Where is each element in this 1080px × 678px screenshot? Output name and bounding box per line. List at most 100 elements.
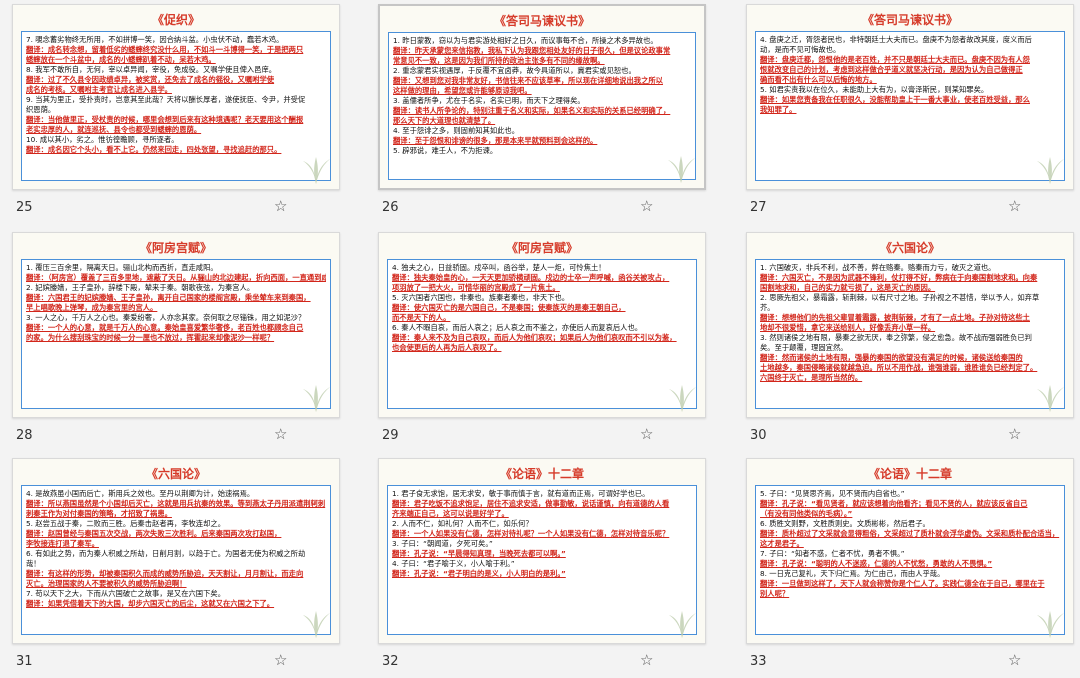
translation-line: 我知罪了。 (760, 105, 797, 114)
slide-meta-row: 27 ☆ (746, 190, 1076, 224)
slide-meta-row: 30 ☆ (746, 418, 1076, 452)
favorite-star-icon[interactable]: ☆ (640, 197, 653, 215)
source-line: 4. 独夫之心，日益骄固。戍卒叫，函谷举，楚人一炬，可怜焦土！ (392, 263, 606, 272)
source-line: 7. 苟以天下之大，下而从六国破亡之故事，是又在六国下矣。 (26, 589, 225, 598)
source-line: 2. 思厥先祖父，暴霜露，斩荆棘，以有尺寸之地。子孙视之不甚惜，举以予人，如弃草 (760, 293, 1040, 302)
slide-preview[interactable]: 《阿房宫赋》 1. 覆压三百余里，隔离天日。骊山北构而西折，直走咸阳。 翻译：（阿房… (12, 232, 340, 418)
translation-line: 翻译：一个人的心意，就是千万人的心意。秦始皇喜爱繁华奢侈，老百姓也都顾念自己 (26, 323, 304, 332)
translation-line: 六国终于灭亡，是理所当然的。 (760, 373, 863, 382)
translation-line: 翻译：六国灭亡，不是因为武器不锋利，仗打得不好，弊病在于向秦国割地求和。向秦 (760, 273, 1038, 282)
translation-line: 翻译：读书人所争论的，特别注重于名义和实际，如果名义和实际的关系已经明确了， (393, 106, 671, 115)
translation-line: 别人呢？ (760, 589, 790, 598)
source-line: 5. 灭六国者六国也，非秦也。族秦者秦也，非天下也。 (392, 293, 570, 302)
translation-line: 李牧接连打退了秦军。 (26, 539, 99, 548)
translation-line: 恨就改变自己的计划，考虑到这样做合乎道义就坚决行动，是因为认为自己做得正 (760, 65, 1023, 74)
source-line: 动，是而不见可悔故也。 (760, 45, 841, 54)
source-line: 3. 然则诸侯之地有限，暴秦之欲无厌，奉之弥繁，侵之愈急。故不战而强弱胜负已判 (760, 333, 1032, 342)
translation-line: 也会使更后的人再为后人哀叹了。 (392, 343, 502, 352)
translation-line: 而不是天下的人。 (392, 313, 451, 322)
source-line: 9. 当其为里正，受扑责时，岂意其至此哉？天将以酬长厚者，遂使抚臣、令尹，并受促 (26, 95, 306, 104)
leaf-decoration-icon (303, 385, 330, 412)
slide-thumbnail-26[interactable]: 《答司马谏议书》 1. 昨日蒙教，窃以为与君实游处相好之日久，而议事每不合，所操之… (378, 4, 708, 224)
favorite-star-icon[interactable]: ☆ (274, 425, 287, 443)
slide-number: 32 (382, 654, 399, 669)
source-line: 6. 秦人不暇自哀，而后人哀之；后人哀之而不鉴之，亦使后人而复哀后人也。 (392, 323, 643, 332)
favorite-star-icon[interactable]: ☆ (640, 651, 653, 669)
translation-line: 翻译：至于怨恨和诽谤的很多，那是本来早就预料到会这样的。 (393, 136, 598, 145)
slide-thumbnail-25[interactable]: 《促织》 7. 覗念蓄劣物终无所用，不如拼博一笑，因合纳斗盆。小虫伏不动，蠢若木鸡… (12, 4, 342, 224)
slide-text-box: 1. 六国破灭，非兵不利，战不善，弊在赂秦。赂秦而力亏，破灭之道也。 翻译：六国灭… (755, 259, 1065, 409)
slide-thumbnail-27[interactable]: 《答司马谏议书》 4. 盘庚之迁，胥怨者民也，非特朝廷士大夫而已。盘庚不为怨者故改… (746, 4, 1076, 224)
translation-line: 翻译：如果凭借着天下的大国，却步六国灭亡的后尘，这就又在六国之下了。 (26, 599, 275, 608)
translation-line: 翻译：成名转念想，留着低劣的蟋蟀终究没什么用，不如斗一斗博得一笑，于是把两只 (26, 45, 304, 54)
source-line: 2. 重念蒙君实视遇厚，于反覆不宜卤莽，故今具道所以，冀君实或见恕也。 (393, 66, 636, 75)
source-line: 7. 覗念蓄劣物终无所用，不如拼博一笑，因合纳斗盆。小虫伏不动，蠢若木鸡。 (26, 35, 284, 44)
translation-line: 翻译：孔子说：“聪明的人不迷惑，仁德的人不忧愁，勇敢的人不畏惧。” (760, 559, 993, 568)
slide-meta-row: 33 ☆ (746, 644, 1076, 678)
slide-preview[interactable]: 《答司马谏议书》 1. 昨日蒙教，窃以为与君实游处相好之日久，而议事每不合，所操之… (378, 4, 706, 190)
translation-line: 翻译：君子吃饭不追求饱足，居住不追求安适，做事勤敏，说话谨慎，向有道德的人看 (392, 499, 670, 508)
translation-line: 翻译：盘庚迁都，怨恨他的是老百姓，并不只是朝廷士大夫而已。盘庚不因为有人怨 (760, 55, 1030, 64)
slide-preview[interactable]: 《阿房宫赋》 4. 独夫之心，日益骄固。戍卒叫，函谷举，楚人一炬，可怜焦土！ 翻译：… (378, 232, 706, 418)
source-line: 1. 六国破灭，非兵不利，战不善，弊在赂秦。赂秦而力亏，破灭之道也。 (760, 263, 996, 272)
translation-line: 成名的考核。又嘱咐主考官让成名进入县学。 (26, 85, 172, 94)
slide-thumbnail-29[interactable]: 《阿房宫赋》 4. 独夫之心，日益骄固。戍卒叫，函谷举，楚人一炬，可怜焦土！ 翻译：… (378, 232, 708, 452)
slide-preview[interactable]: 《六国论》 4. 是故燕虽小国而后亡，斯用兵之效也。至丹以荆卿为计，始速祸焉。 翻译… (12, 458, 340, 644)
translation-line: 翻译：赵国曾经与秦国五次交战，两次失败三次胜利。后来秦国两次攻打赵国， (26, 529, 282, 538)
source-line: 3. 盖儒者所争，尤在于名实，名实已明，而天下之理得矣。 (393, 96, 585, 105)
source-line: 5. 辟邪说，难壬人，不为拒谏。 (393, 146, 498, 155)
slide-title: 《答司马谏议书》 (861, 13, 958, 27)
slide-number: 29 (382, 428, 399, 443)
translation-line: 的家。为什么搜刮珠宝的时候一分一厘也不放过，挥霍起来却像泥沙一样呢？ (26, 333, 275, 342)
slide-thumbnail-32[interactable]: 《论语》十二章 1. 君子食无求饱，居无求安，敏于事而慎于言，就有道而正焉，可谓好… (378, 458, 708, 678)
slide-thumbnail-28[interactable]: 《阿房宫赋》 1. 覆压三百余里，隔离天日。骊山北构而西折，直走咸阳。 翻译：（阿房… (12, 232, 342, 452)
favorite-star-icon[interactable]: ☆ (274, 197, 287, 215)
slide-thumbnail-33[interactable]: 《论语》十二章 5. 子曰：“见贤思齐焉，见不贤而内自省也。” 翻译：孔子说：“看见… (746, 458, 1076, 678)
favorite-star-icon[interactable]: ☆ (1008, 425, 1021, 443)
slide-preview[interactable]: 《促织》 7. 覗念蓄劣物终无所用，不如拼博一笑，因合纳斗盆。小虫伏不动，蠢若木鸡… (12, 4, 340, 190)
slide-number: 27 (750, 200, 767, 215)
source-line: 织恩荫。 (26, 105, 56, 114)
slide-text-box: 4. 独夫之心，日益骄固。戍卒叫，函谷举，楚人一炬，可怜焦土！ 翻译：独夫秦始皇的… (387, 259, 697, 409)
favorite-star-icon[interactable]: ☆ (274, 651, 287, 669)
slide-meta-row: 32 ☆ (378, 644, 708, 678)
slide-text-box: 4. 是故燕虽小国而后亡，斯用兵之效也。至丹以荆卿为计，始速祸焉。 翻译：所以燕国… (21, 485, 331, 635)
slide-number: 31 (16, 654, 33, 669)
translation-line: 翻译：秦人来不及为自己哀叹，而后人为他们哀叹；如果后人为他们哀叹而不引以为鉴， (392, 333, 677, 342)
source-line: 矣。至于颠覆，理固宜然。 (760, 343, 848, 352)
slide-thumbnail-30[interactable]: 《六国论》 1. 六国破灭，非兵不利，战不善，弊在赂秦。赂秦而力亏，破灭之道也。翻… (746, 232, 1076, 452)
translation-line: 翻译：如果您责备我在任职很久，没能帮助皇上干一番大事业，使老百姓受益，那么 (760, 95, 1030, 104)
source-line: 5. 如君实责我以在位久，未能助上大有为，以膏泽斯民，则某知罪矣。 (760, 85, 989, 94)
favorite-star-icon[interactable]: ☆ (1008, 651, 1021, 669)
translation-line: 蟋蟀放在一个斗盆中，成名的小蟋蟀趴着不动，呆若木鸡。 (26, 55, 216, 64)
leaf-decoration-icon (1037, 385, 1064, 412)
favorite-star-icon[interactable]: ☆ (640, 425, 653, 443)
slide-title: 《促织》 (151, 13, 200, 27)
translation-line: 翻译：使六国灭亡的是六国自己，不是秦国；使秦族灭的是秦王朝自己， (392, 303, 626, 312)
slide-thumbnail-31[interactable]: 《六国论》 4. 是故燕虽小国而后亡，斯用兵之效也。至丹以荆卿为计，始速祸焉。 翻译… (12, 458, 342, 678)
source-line: 4. 盘庚之迁，胥怨者民也，非特朝廷士大夫而已。盘庚不为怨者故改其度，度义而后 (760, 35, 1032, 44)
translation-line: 翻译：当他做里正，受杖责的时候，哪里会想到后来有这种境遇呢？老天要用这个酬报 (26, 115, 304, 124)
leaf-decoration-icon (1037, 157, 1064, 184)
translation-line: 老实忠厚的人，就连巡抚、县令也都受到蟋蟀的恩荫。 (26, 125, 202, 134)
favorite-star-icon[interactable]: ☆ (1008, 197, 1021, 215)
translation-line: 这样做的理由，希望您或许能够原谅我吧。 (393, 86, 532, 95)
leaf-decoration-icon (1037, 611, 1064, 638)
translation-line: 翻译：又想到您对我非常友好，书信往来不应该草率，所以现在详细地说出我之所以 (393, 76, 663, 85)
slide-preview[interactable]: 《答司马谏议书》 4. 盘庚之迁，胥怨者民也，非特朝廷士大夫而已。盘庚不为怨者故改… (746, 4, 1074, 190)
slide-number: 28 (16, 428, 33, 443)
translation-line: 翻译：一旦做到这样了，天下人就会称赞你是个仁人了。实践仁德全在于自己，哪里在于 (760, 579, 1045, 588)
slide-text-box: 5. 子曰：“见贤思齐焉，见不贤而内自省也。” 翻译：孔子说：“看见贤者，就应该想… (755, 485, 1065, 635)
slide-preview[interactable]: 《论语》十二章 1. 君子食无求饱，居无求安，敏于事而慎于言，就有道而正焉，可谓好… (378, 458, 706, 644)
slide-title: 《论语》十二章 (867, 467, 952, 481)
translation-line: 确而看不出有什么可以后悔的地方。 (760, 75, 877, 84)
slide-preview[interactable]: 《六国论》 1. 六国破灭，非兵不利，战不善，弊在赂秦。赂秦而力亏，破灭之道也。翻… (746, 232, 1074, 418)
leaf-decoration-icon (669, 385, 696, 412)
slide-number: 30 (750, 428, 767, 443)
slide-preview[interactable]: 《论语》十二章 5. 子曰：“见贤思齐焉，见不贤而内自省也。” 翻译：孔子说：“看见… (746, 458, 1074, 644)
source-line: 1. 覆压三百余里，隔离天日。骊山北构而西折，直走咸阳。 (26, 263, 218, 272)
translation-line: 翻译：所以燕国虽然是个小国却后灭亡，这就是用兵抗秦的效果。等到燕太子丹用派遣荆轲… (26, 499, 326, 508)
translation-line: 那么天下的大道理也就清楚了。 (393, 116, 496, 125)
source-line: 4. 至于怨诽之多，则固前知其如此也。 (393, 126, 520, 135)
slide-title: 《阿房宫赋》 (505, 241, 578, 255)
